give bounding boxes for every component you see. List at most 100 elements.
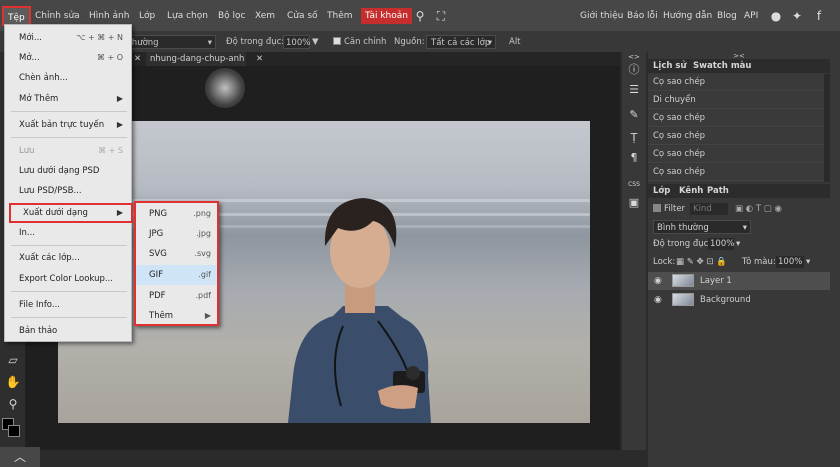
- menu-item-file-info[interactable]: File Info...: [5, 295, 131, 315]
- background-color-swatch[interactable]: [8, 425, 20, 437]
- menu-layer[interactable]: Lớp: [136, 8, 158, 24]
- chevron-down-icon: ▾: [207, 38, 212, 48]
- history-scrollbar[interactable]: [824, 74, 830, 182]
- reddit-icon[interactable]: ●: [769, 9, 783, 23]
- opacity-input[interactable]: 100%: [283, 35, 310, 49]
- menu-more[interactable]: Thêm: [324, 8, 356, 24]
- history-entry[interactable]: Di chuyển: [648, 92, 824, 109]
- menu-item-open[interactable]: Mở... ⌘ + O: [5, 48, 131, 68]
- export-gif[interactable]: GIF .gif: [136, 265, 217, 285]
- fill-dropdown-icon[interactable]: ▾: [806, 253, 810, 271]
- menu-separator: [11, 111, 127, 112]
- menu-item-insert-image[interactable]: Chèn ảnh...: [5, 68, 131, 88]
- menu-item-export-as[interactable]: Xuất dưới dạng ▶: [9, 203, 133, 223]
- search-icon[interactable]: ⚲: [413, 9, 427, 23]
- source-select[interactable]: Tất cả các lớp ▾: [426, 35, 496, 49]
- facebook-icon[interactable]: f: [812, 9, 826, 23]
- twitter-icon[interactable]: ✦: [790, 9, 804, 23]
- fill-input[interactable]: 100%: [776, 256, 804, 268]
- filter-type-icons[interactable]: ▣ ◐ T ▢ ◉: [735, 200, 782, 218]
- layer-thumbnail: [672, 293, 694, 306]
- tab-paths[interactable]: Path: [704, 184, 732, 198]
- brush-icon[interactable]: ✎: [626, 107, 642, 123]
- history-entry[interactable]: Cọ sao chép: [648, 74, 824, 91]
- format-ext: .svg: [194, 249, 211, 258]
- lock-icons[interactable]: ▦ ✎ ✥ ⊡ 🔒: [676, 253, 727, 271]
- link-blog[interactable]: Blog: [714, 8, 740, 24]
- export-svg[interactable]: SVG .svg: [136, 244, 217, 264]
- export-png[interactable]: PNG .png: [136, 204, 217, 224]
- menu-file[interactable]: Tệp: [2, 6, 31, 26]
- paragraph-icon[interactable]: ¶: [626, 150, 642, 166]
- link-about[interactable]: Giới thiệu: [577, 8, 626, 24]
- menu-window[interactable]: Cửa số: [284, 8, 321, 24]
- tab-channels[interactable]: Kênh: [676, 184, 706, 198]
- layer-row[interactable]: ◉ Background: [648, 291, 830, 309]
- history-entry[interactable]: Cọ sao chép: [648, 128, 824, 145]
- opacity-dropdown-icon[interactable]: ▼: [312, 35, 319, 49]
- fullscreen-icon[interactable]: ⛶: [434, 9, 448, 23]
- zoom-tool-icon[interactable]: ⚲: [5, 396, 21, 412]
- menu-image[interactable]: Hình ảnh: [86, 8, 132, 24]
- format-ext: .png: [193, 209, 211, 218]
- layer-row[interactable]: ◉ Layer 1: [648, 272, 830, 290]
- alt-label[interactable]: Alt: [509, 35, 521, 49]
- link-report-bug[interactable]: Báo lỗi: [624, 8, 661, 24]
- tab-document[interactable]: nhung-dang-chup-anh: [146, 52, 246, 66]
- close-tab-icon[interactable]: ✕: [252, 52, 266, 66]
- kind-select[interactable]: Kind: [690, 203, 728, 215]
- collapse-toggle-icon[interactable]: <>: [626, 52, 642, 62]
- layers-panel-tabs: Lớp Kênh Path: [648, 184, 830, 198]
- export-jpg[interactable]: JPG .jpg: [136, 224, 217, 244]
- text-icon[interactable]: Ṭ: [626, 130, 642, 146]
- opacity-dropdown-icon[interactable]: ▾: [736, 235, 740, 253]
- menu-account[interactable]: Tài khoản: [361, 8, 412, 24]
- menu-item-export-layers[interactable]: Xuất các lớp...: [5, 248, 131, 268]
- filter-checkbox[interactable]: [653, 204, 661, 212]
- menu-item-label: Mở Thêm: [19, 94, 59, 104]
- menu-item-label: Mới...: [19, 33, 43, 43]
- info-icon[interactable]: ⓘ: [626, 62, 642, 78]
- history-entry[interactable]: Cọ sao chép: [648, 110, 824, 127]
- link-api[interactable]: API: [741, 8, 761, 24]
- format-label: PDF: [149, 291, 166, 301]
- menu-filter[interactable]: Bộ lọc: [215, 8, 249, 24]
- tab-swatches[interactable]: Swatch màu: [690, 59, 754, 73]
- chevron-up-icon[interactable]: ︿: [0, 447, 40, 467]
- menu-item-save-psd[interactable]: Lưu dưới dạng PSD: [5, 161, 131, 181]
- menu-view[interactable]: Xem: [252, 8, 278, 24]
- format-ext: .pdf: [195, 291, 211, 300]
- link-guide[interactable]: Hướng dẫn: [660, 8, 715, 24]
- eye-icon[interactable]: ◉: [654, 291, 666, 309]
- menu-item-save-psb[interactable]: Lưu PSD/PSB...: [5, 181, 131, 201]
- export-more[interactable]: Thêm ▶: [136, 306, 217, 326]
- export-pdf[interactable]: PDF .pdf: [136, 286, 217, 306]
- menu-item-save[interactable]: Lưu ⌘ + S: [5, 141, 131, 161]
- menu-item-open-more[interactable]: Mở Thêm ▶: [5, 89, 131, 109]
- format-label: GIF: [149, 270, 163, 280]
- align-checkbox[interactable]: Căn chỉnh: [333, 35, 386, 49]
- menu-item-publish-online[interactable]: Xuất bản trực tuyến ▶: [5, 115, 131, 135]
- format-ext: .jpg: [196, 229, 211, 238]
- layer-opacity-input[interactable]: 100%: [708, 238, 734, 250]
- tab-layers[interactable]: Lớp: [650, 184, 673, 198]
- align-label: Căn chỉnh: [344, 37, 387, 47]
- history-entry[interactable]: Cọ sao chép: [648, 146, 824, 163]
- source-label: Nguồn:: [394, 37, 425, 47]
- css-icon[interactable]: CSS: [626, 177, 642, 193]
- menu-item-print[interactable]: In...: [5, 223, 131, 243]
- menu-item-export-color-lookup[interactable]: Export Color Lookup...: [5, 269, 131, 289]
- sliders-icon[interactable]: ☰: [626, 82, 642, 98]
- eye-icon[interactable]: ◉: [654, 272, 666, 290]
- history-entry[interactable]: Cọ sao chép: [648, 164, 824, 181]
- tab-history[interactable]: Lịch sử: [650, 59, 690, 73]
- comment-tool-icon[interactable]: ▱: [5, 352, 21, 368]
- menu-item-drafts[interactable]: Bản thảo: [5, 321, 131, 341]
- hand-tool-icon[interactable]: ✋: [5, 374, 21, 390]
- menu-select[interactable]: Lựa chọn: [164, 8, 211, 24]
- image-icon[interactable]: ▣: [626, 195, 642, 211]
- shortcut-label: ⌘ + O: [96, 53, 123, 62]
- layer-blend-select[interactable]: Bình thường ▾: [653, 220, 751, 234]
- menu-item-new[interactable]: Mới... ⌥ + ⌘ + N: [5, 28, 131, 48]
- menu-edit[interactable]: Chỉnh sửa: [32, 8, 83, 24]
